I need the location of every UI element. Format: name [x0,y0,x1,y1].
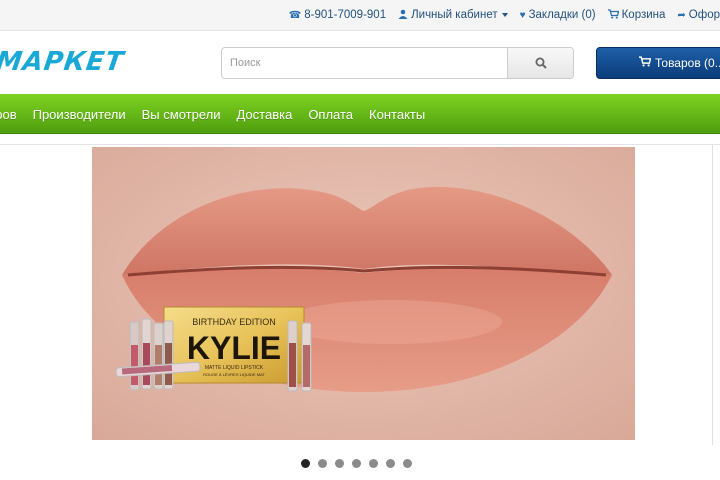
menu-items: аров Производители Вы смотрели Доставка … [0,94,441,134]
product-subtitle: BIRTHDAY EDITION [192,317,276,327]
menu-item-manufacturers[interactable]: Производители [33,107,126,122]
cart-icon [607,8,619,22]
checkout-label: Офор [688,9,720,21]
menu-item-delivery[interactable]: Доставка [236,107,292,122]
carousel-dot[interactable] [403,459,412,468]
checkout-link[interactable]: ➦ Офор [677,9,720,21]
banner-image: BIRTHDAY EDITION KYLIE MATTE LIQUID LIPS… [92,147,635,440]
account-label: Личный кабинет [411,9,498,21]
phone-icon: ☎ [288,9,302,21]
site-logo[interactable]: МАРКЕТ [0,47,126,77]
carousel-dot[interactable] [301,459,310,468]
heart-icon: ♥ [519,9,526,21]
phone-link[interactable]: ☎ 8-901-7009-901 [289,9,386,21]
cart-button-label: Товаров (0... [655,56,720,70]
menu-item-viewed[interactable]: Вы смотрели [142,107,221,122]
menu-item-contacts[interactable]: Контакты [369,107,425,122]
product-small-text: MATTE LIQUID LIPSTICK [205,365,264,371]
carousel-dot[interactable] [318,459,327,468]
top-bar: ☎ 8-901-7009-901 Личный кабинет ♥ Заклад… [0,0,720,31]
cart-button[interactable]: Товаров (0... [596,47,720,79]
bookmarks-label: Закладки (0) [528,9,596,21]
carousel-dot[interactable] [352,459,361,468]
bookmarks-link[interactable]: ♥ Закладки (0) [520,9,596,21]
search-button[interactable] [507,48,573,78]
content-divider [0,144,720,145]
carousel-dot[interactable] [369,459,378,468]
menu-item-payment[interactable]: Оплата [308,107,353,122]
account-menu[interactable]: Личный кабинет [398,9,508,22]
top-links: ☎ 8-901-7009-901 Личный кабинет ♥ Заклад… [277,0,720,30]
user-icon [398,9,408,22]
product-title: KYLIE [187,330,281,366]
banner-slide[interactable]: BIRTHDAY EDITION KYLIE MATTE LIQUID LIPS… [92,147,635,440]
search-box [221,47,574,79]
carousel-dot[interactable] [386,459,395,468]
share-icon: ➦ [677,9,686,21]
carousel-pagination [301,459,420,468]
side-frame [712,145,720,445]
main-menu: аров Производители Вы смотрели Доставка … [0,94,720,134]
menu-item-catalog[interactable]: аров [0,107,17,122]
product-tiny-text: ROUGE À LÈVRES LIQUIDE MAT [203,372,265,377]
header: МАРКЕТ Товаров (0... [0,31,720,92]
carousel-dot[interactable] [335,459,344,468]
chevron-down-icon [501,13,508,17]
search-icon [535,57,547,69]
cart-label: Корзина [621,9,666,21]
search-input[interactable] [222,48,507,78]
phone-number: 8-901-7009-901 [304,9,387,21]
cart-icon [639,56,652,70]
cart-link[interactable]: Корзина [607,8,666,22]
